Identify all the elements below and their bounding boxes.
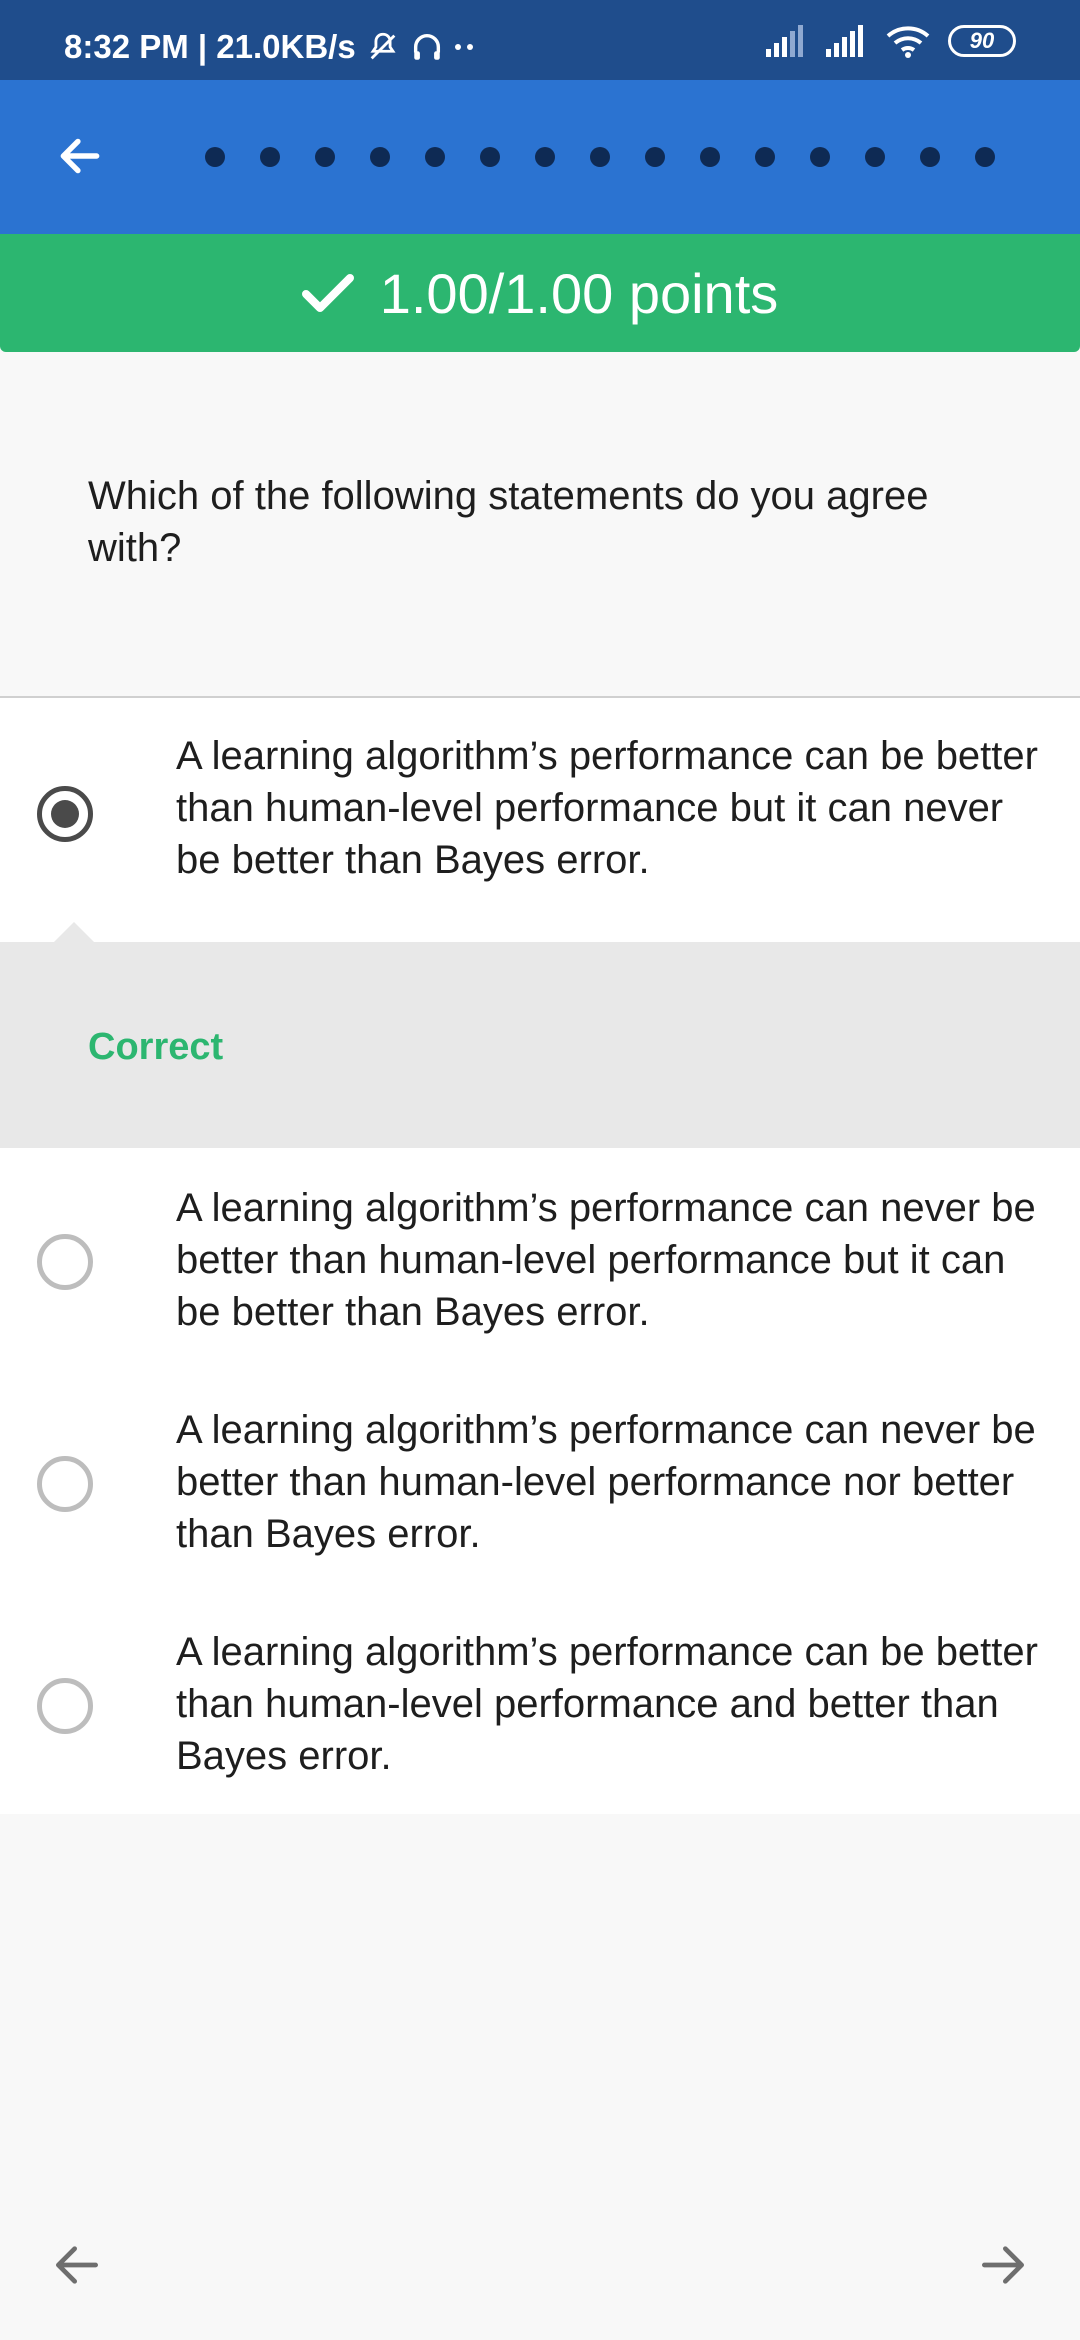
headphones-icon (413, 34, 440, 60)
option-text: A learning algorithm’s performance can n… (176, 1408, 1036, 1556)
wifi-icon (886, 26, 930, 58)
progress-dot[interactable] (315, 147, 335, 167)
feedback-pointer (54, 922, 94, 942)
question-text: Which of the following statements do you… (88, 474, 929, 570)
status-left: 8:32 PM | 21.0KB/s (64, 28, 476, 66)
answer-option[interactable]: A learning algorithm’s performance can n… (0, 1370, 1080, 1592)
back-button[interactable] (40, 116, 120, 196)
bell-muted-icon (370, 32, 396, 60)
previous-question-button[interactable] (32, 2220, 122, 2310)
progress-dot[interactable] (975, 147, 995, 167)
signal-icon (766, 25, 803, 57)
signal-icon (826, 25, 863, 57)
score-banner: 1.00/1.00 points (0, 234, 1080, 352)
progress-dot[interactable] (480, 147, 500, 167)
progress-dot[interactable] (865, 147, 885, 167)
answer-option[interactable]: A learning algorithm’s performance can b… (0, 1592, 1080, 1814)
progress-dot[interactable] (205, 147, 225, 167)
progress-dot[interactable] (810, 147, 830, 167)
progress-dot[interactable] (755, 147, 775, 167)
radio-unselected[interactable] (37, 1234, 93, 1290)
progress-dot[interactable] (260, 147, 280, 167)
radio-selected[interactable] (37, 786, 93, 842)
battery-level: 90 (969, 28, 995, 53)
score-text: 1.00/1.00 points (379, 261, 779, 325)
progress-dot[interactable] (535, 147, 555, 167)
answer-option[interactable]: A learning algorithm’s performance can n… (0, 1148, 1080, 1370)
arrow-left-icon (56, 2246, 98, 2284)
feedback-label: Correct (88, 1026, 224, 1068)
progress-dot[interactable] (370, 147, 390, 167)
question-progress-dots (205, 147, 1025, 167)
arrow-left-icon (60, 138, 100, 174)
radio-unselected[interactable] (37, 1456, 93, 1512)
progress-dot[interactable] (920, 147, 940, 167)
progress-dot[interactable] (425, 147, 445, 167)
option-text: A learning algorithm’s performance can n… (176, 1186, 1036, 1334)
next-question-button[interactable] (958, 2220, 1048, 2310)
radio-unselected[interactable] (37, 1678, 93, 1734)
progress-dot[interactable] (645, 147, 665, 167)
progress-dot[interactable] (590, 147, 610, 167)
answer-option[interactable]: A learning algorithm’s performance can b… (0, 698, 1080, 942)
option-text: A learning algorithm’s performance can b… (176, 734, 1038, 882)
battery-indicator: 90 (948, 25, 1016, 57)
status-bar: 8:32 PM | 21.0KB/s 90 (0, 0, 1080, 80)
more-notifications-icon (454, 44, 473, 50)
status-right: 90 (766, 24, 1016, 58)
status-time-speed: 8:32 PM | 21.0KB/s (64, 28, 356, 65)
progress-dot[interactable] (700, 147, 720, 167)
bottom-nav (0, 2220, 1080, 2310)
app-bar (0, 80, 1080, 234)
check-icon (301, 274, 354, 312)
option-text: A learning algorithm’s performance can b… (176, 1630, 1038, 1778)
arrow-right-icon (982, 2246, 1024, 2284)
